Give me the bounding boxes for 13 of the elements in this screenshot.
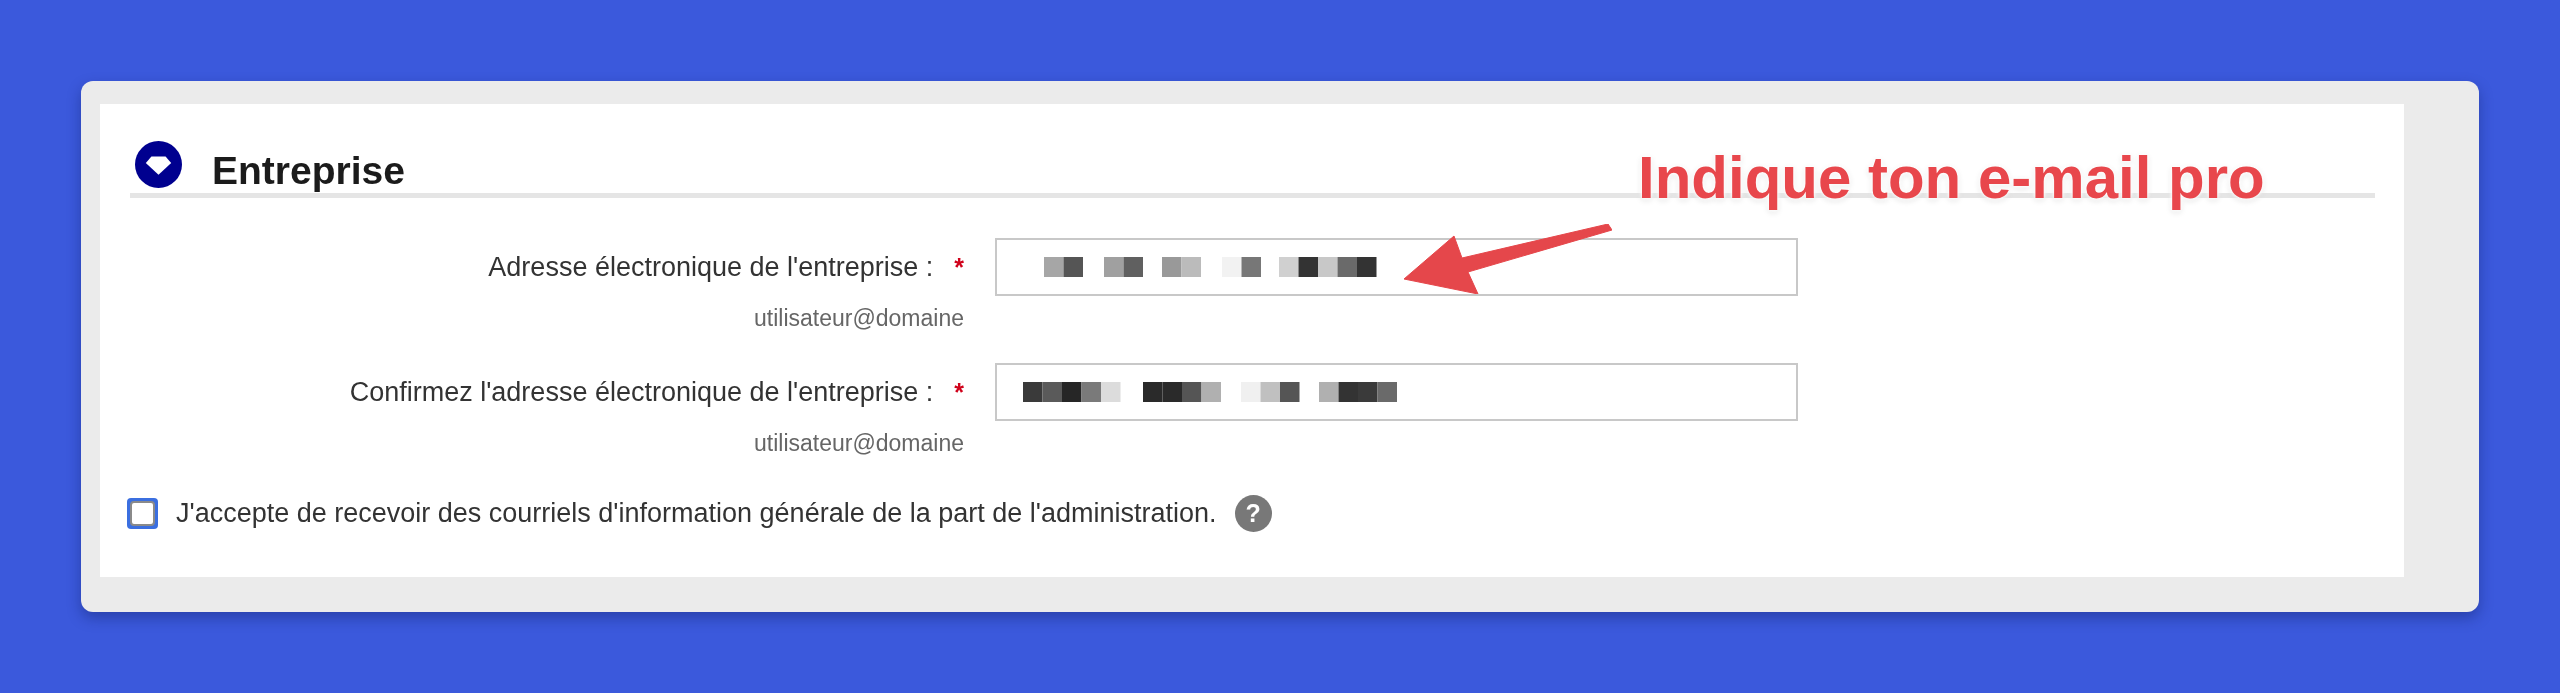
email-input-field[interactable]: [995, 238, 1798, 296]
field-label: Adresse électronique de l'entreprise :: [488, 251, 934, 283]
required-marker: *: [954, 252, 964, 282]
consent-label: J'accepte de recevoir des courriels d'information générale de la part de l'administration.: [176, 498, 1217, 529]
field-hint: utilisateur@domaine: [754, 431, 964, 455]
email-input-field[interactable]: [995, 363, 1798, 421]
section-title: Entreprise: [212, 151, 405, 190]
annotation-text: Indique ton e-mail pro: [1638, 148, 2265, 208]
field-hint: utilisateur@domaine: [754, 306, 964, 330]
field-label: Confirmez l'adresse électronique de l'entreprise :: [349, 376, 934, 408]
checkbox[interactable]: [127, 498, 158, 529]
required-marker: *: [954, 377, 964, 407]
help-icon[interactable]: ?: [1234, 495, 1272, 532]
